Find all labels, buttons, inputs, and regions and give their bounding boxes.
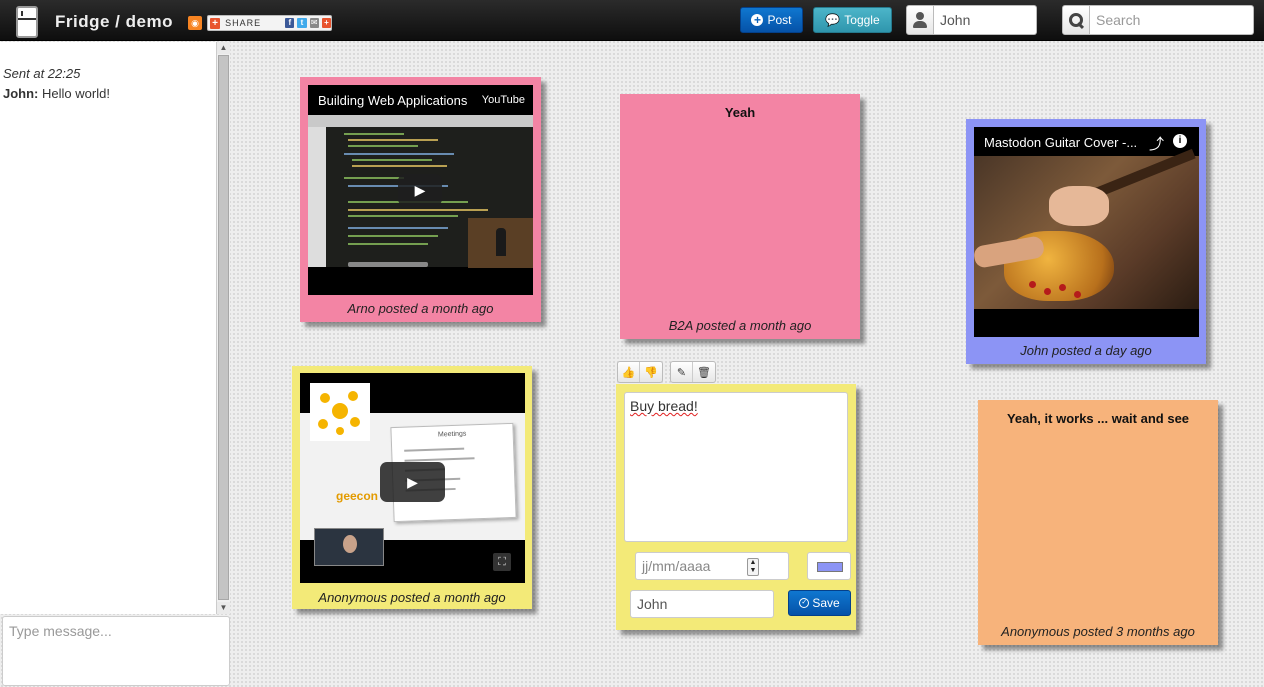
note-title: Yeah (724, 105, 756, 120)
check-circle-icon: ✓ (799, 598, 810, 608)
edit-group: ✎ 🗑 (670, 361, 716, 383)
speaker-image (314, 528, 384, 566)
chat-message-input[interactable]: Type message... (2, 616, 230, 686)
save-button-label: Save (812, 596, 840, 610)
note-text-value: Buy bread! (630, 398, 698, 414)
share-widget[interactable]: + SHARE f t ✉ + (207, 15, 332, 31)
note-caption: Anonymous posted 3 months ago (1001, 624, 1195, 639)
geecon-logo-icon (310, 383, 370, 441)
search-addon (1062, 5, 1090, 35)
user-addon (906, 5, 934, 35)
user-icon (913, 12, 927, 28)
chat-scrollbar[interactable]: ▲ ▼ (216, 42, 230, 614)
note-caption: Arno posted a month ago (347, 301, 494, 316)
fullscreen-icon[interactable]: ⛶ (493, 553, 511, 571)
color-swatch (817, 562, 843, 572)
video-player[interactable]: Building Web Applications YouTube ▶ (308, 85, 533, 295)
toggle-button[interactable]: 💬 Toggle (813, 7, 892, 33)
play-icon[interactable]: ▶ (380, 462, 445, 502)
share-plus-icon: + (210, 17, 221, 29)
note-video-mastodon[interactable]: Mastodon Guitar Cover -... ⤴ i John post… (966, 119, 1206, 364)
mail-icon[interactable]: ✉ (309, 18, 319, 28)
geecon-logo-text: geecon (336, 489, 379, 503)
note-caption: B2A posted a month ago (668, 318, 812, 333)
youtube-logo[interactable]: YouTube (482, 94, 525, 106)
thumbs-down-icon[interactable]: 👎 (640, 362, 662, 382)
save-button[interactable]: ✓ Save (788, 590, 851, 616)
video-title[interactable]: Building Web Applications (318, 93, 467, 108)
post-button-label: Post (767, 13, 792, 27)
note-editing[interactable]: Buy bread! jj/mm/aaaa ▲ ▼ John ✓ Save (616, 384, 856, 630)
fridge-logo-icon[interactable] (16, 6, 38, 38)
video-title[interactable]: Mastodon Guitar Cover -... (984, 135, 1137, 150)
chat-message-author: John: (3, 86, 39, 101)
note-edit-toolbar: 👍 👎 ✎ 🗑 (617, 361, 716, 383)
date-spinner[interactable]: ▲ ▼ (747, 558, 759, 576)
thumbs-up-icon[interactable]: 👍 (618, 362, 640, 382)
chat-message-text: Hello world! (42, 86, 110, 101)
top-navbar: Fridge / demo ◉ + SHARE f t ✉ + + Post 💬… (0, 0, 1264, 41)
search-icon (1068, 12, 1084, 28)
chat-bubbles-icon: 💬 (825, 13, 841, 27)
video-thumbnail (974, 148, 1199, 309)
note-video-building-web-apps[interactable]: Building Web Applications YouTube ▶ Arno… (300, 77, 541, 322)
color-picker[interactable] (807, 552, 851, 580)
note-text-it-works[interactable]: Yeah, it works ... wait and see Anonymou… (978, 400, 1218, 645)
note-video-geecon[interactable]: Meetings geecon ▶ ⛶ Anonymous posted a m… (292, 366, 532, 609)
username-input[interactable]: John (934, 5, 1037, 35)
chat-message: John: Hello world! (3, 86, 110, 101)
chat-sent-time: Sent at 22:25 (3, 66, 81, 81)
scroll-thumb[interactable] (218, 55, 229, 600)
info-icon[interactable]: i (1173, 134, 1187, 148)
video-player[interactable]: Meetings geecon ▶ ⛶ (300, 373, 525, 583)
presenter-image (468, 218, 533, 268)
scroll-up-icon[interactable]: ▲ (217, 42, 230, 54)
plus-circle-icon: + (751, 14, 764, 26)
scroll-down-icon[interactable]: ▼ (217, 602, 230, 614)
post-button[interactable]: + Post (740, 7, 803, 33)
rss-icon[interactable]: ◉ (188, 16, 202, 30)
video-player[interactable]: Mastodon Guitar Cover -... ⤴ i (974, 127, 1199, 337)
note-caption: Anonymous posted a month ago (318, 590, 506, 605)
more-share-icon[interactable]: + (321, 18, 331, 28)
toggle-button-label: Toggle (844, 13, 880, 27)
slide-title: Meetings (437, 430, 467, 439)
play-icon[interactable]: ▶ (398, 174, 442, 206)
share-icon[interactable]: ⤴ (1149, 133, 1164, 154)
author-input[interactable]: John (630, 590, 774, 618)
note-text-input[interactable]: Buy bread! (624, 392, 848, 542)
edit-icon[interactable]: ✎ (671, 362, 693, 382)
trash-icon[interactable]: 🗑 (693, 362, 715, 382)
chat-panel: Sent at 22:25 John: Hello world! (0, 42, 216, 614)
twitter-icon[interactable]: t (297, 18, 307, 28)
note-title: Yeah, it works ... wait and see (1006, 411, 1190, 426)
share-label: SHARE (225, 18, 262, 28)
brand-title[interactable]: Fridge / demo (55, 12, 173, 32)
search-input[interactable]: Search (1090, 5, 1254, 35)
note-caption: John posted a day ago (1020, 343, 1152, 358)
note-text-yeah[interactable]: Yeah B2A posted a month ago (620, 94, 860, 339)
vote-group: 👍 👎 (617, 361, 663, 383)
facebook-icon[interactable]: f (285, 18, 295, 28)
date-input[interactable]: jj/mm/aaaa (635, 552, 789, 580)
